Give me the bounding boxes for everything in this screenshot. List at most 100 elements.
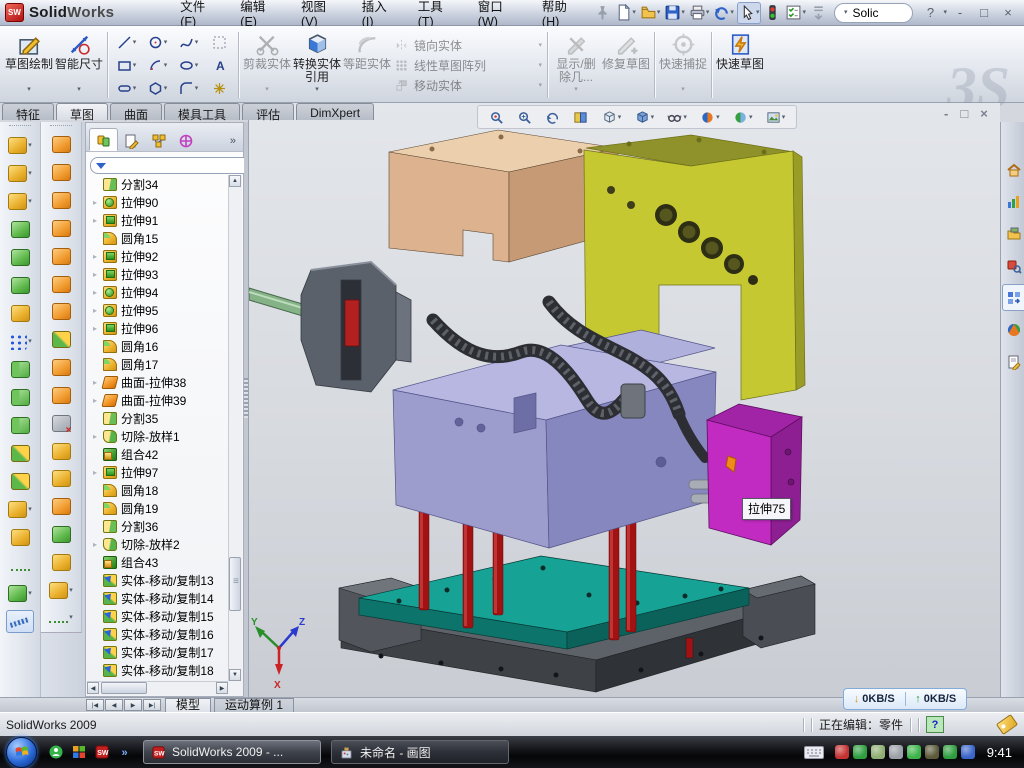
chevron-down-icon[interactable]: ▾ xyxy=(164,39,168,46)
appearances-button[interactable] xyxy=(1002,316,1024,343)
expand-arrow-icon[interactable]: ▸ xyxy=(91,468,99,477)
tree-item[interactable]: 组合42 xyxy=(88,445,228,463)
chevron-down-icon[interactable]: ▾ xyxy=(69,614,73,621)
chevron-down-icon[interactable]: ▾ xyxy=(28,142,32,149)
select-button[interactable]: ▾ xyxy=(737,2,762,24)
chevron-down-icon[interactable]: ▾ xyxy=(69,587,73,594)
linear-pattern-button[interactable]: ▾ xyxy=(8,327,32,355)
chevron-down-icon[interactable]: ▾ xyxy=(683,114,687,121)
convert-entities-button[interactable]: 转换实体引用 ▾ xyxy=(292,28,342,102)
delete-body-button[interactable]: ▾ xyxy=(8,495,32,523)
antivirus-icon[interactable] xyxy=(835,745,849,759)
apply-scene-button[interactable]: ▾ xyxy=(733,110,753,125)
chevron-down-icon[interactable]: ▾ xyxy=(164,62,168,69)
file-explorer-button[interactable] xyxy=(1002,252,1024,279)
chevron-down-icon[interactable]: ▾ xyxy=(315,86,319,93)
tree-item[interactable]: ▸拉伸95 xyxy=(88,301,228,319)
tree-horizontal-scrollbar[interactable]: ◀ ▶ xyxy=(87,681,228,695)
overflow-chevron-button[interactable]: » xyxy=(116,744,133,761)
part-magenta-block[interactable] xyxy=(707,404,802,545)
expand-arrow-icon[interactable]: ▸ xyxy=(91,252,99,261)
chevron-down-icon[interactable]: ▾ xyxy=(77,86,81,93)
shield-green-icon[interactable] xyxy=(853,745,867,759)
scale-button[interactable] xyxy=(11,411,30,439)
help-button[interactable]: ? xyxy=(919,4,941,22)
chevron-down-icon[interactable]: ▾ xyxy=(632,9,636,16)
scroll-right-button[interactable]: ▶ xyxy=(216,682,228,694)
extruded-cut-button[interactable]: ▾ xyxy=(8,159,32,187)
chevron-down-icon[interactable]: ▾ xyxy=(618,114,622,121)
chevron-down-icon[interactable]: ▾ xyxy=(756,9,760,16)
surface-sweep-button[interactable] xyxy=(52,326,71,354)
doc-minimize-button[interactable]: - xyxy=(944,106,948,121)
tab-model[interactable]: 模型 xyxy=(165,698,211,713)
chevron-down-icon[interactable]: ▾ xyxy=(681,9,685,16)
surface-fill-button[interactable] xyxy=(52,548,71,576)
chamfer-button[interactable] xyxy=(11,215,30,243)
save-button[interactable]: ▾ xyxy=(663,3,686,23)
view-settings-button[interactable]: ▾ xyxy=(766,110,786,125)
chevron-down-icon[interactable]: ▾ xyxy=(749,114,753,121)
help-chevron-icon[interactable]: ▾ xyxy=(943,9,947,16)
fillet-button[interactable]: ▾ xyxy=(8,187,32,215)
spline-tool-button[interactable]: ▾ xyxy=(8,579,32,607)
surface-elbow-button[interactable] xyxy=(52,381,71,409)
search-input[interactable] xyxy=(850,5,906,21)
close-button[interactable]: × xyxy=(997,4,1019,22)
study-nav-button-1[interactable]: ◀ xyxy=(105,699,123,711)
select-box-button[interactable] xyxy=(204,31,235,54)
boundary-boss-button[interactable] xyxy=(52,242,71,270)
zoom-fit-button[interactable] xyxy=(489,110,504,125)
shell-button[interactable] xyxy=(11,243,30,271)
tree-item[interactable]: 实体-移动/复制15 xyxy=(88,607,228,625)
expand-arrow-icon[interactable]: ▸ xyxy=(91,306,99,315)
task-button-paint[interactable]: 未命名 - 画图 xyxy=(331,740,509,764)
tree-item[interactable]: ▸拉伸91 xyxy=(88,211,228,229)
chevron-down-icon[interactable]: ▾ xyxy=(651,114,655,121)
network-warning-icon[interactable] xyxy=(925,745,939,759)
part-gray-clamp[interactable] xyxy=(301,262,411,392)
zoom-area-button[interactable] xyxy=(517,110,532,125)
display-style-button[interactable]: ▾ xyxy=(635,110,655,125)
rib-button[interactable] xyxy=(11,383,30,411)
doc-close-button[interactable]: × xyxy=(980,106,988,121)
surface-offset-button[interactable] xyxy=(52,354,71,382)
tree-item[interactable]: 组合43 xyxy=(88,553,228,571)
new-document-button[interactable]: ▾ xyxy=(614,3,637,23)
chevron-down-icon[interactable]: ▾ xyxy=(133,39,137,46)
wrap-button[interactable] xyxy=(52,465,71,493)
home-button[interactable] xyxy=(1002,156,1024,183)
chevron-down-icon[interactable]: ▾ xyxy=(164,85,168,92)
rectangle-button[interactable]: ▾ xyxy=(111,54,142,77)
text-button[interactable]: A xyxy=(204,54,235,77)
panel-expand-chevron[interactable]: » xyxy=(226,135,240,151)
view-palette-button[interactable] xyxy=(1002,284,1024,311)
smart-dimension-button[interactable]: 智能尺寸 ▾ xyxy=(54,28,104,102)
tab-评估[interactable]: 评估 xyxy=(242,103,294,120)
task-button-solidworks[interactable]: SWSolidWorks 2009 - ... xyxy=(143,740,321,764)
update-icon[interactable] xyxy=(871,745,885,759)
collapse-toolbar-button[interactable] xyxy=(809,3,828,23)
quick-tips-button[interactable]: ? xyxy=(926,716,944,733)
flex-button[interactable] xyxy=(52,493,71,521)
tree-item[interactable]: 圆角15 xyxy=(88,229,228,247)
pin-button[interactable] xyxy=(593,3,612,23)
tree-item[interactable]: 实体-移动/复制17 xyxy=(88,643,228,661)
start-button[interactable] xyxy=(6,737,37,768)
point-button[interactable] xyxy=(204,77,235,100)
combine-bodies-button[interactable] xyxy=(11,439,30,467)
swept-boss-button[interactable] xyxy=(52,187,71,215)
tree-item[interactable]: 圆角17 xyxy=(88,355,228,373)
hole-wizard-button[interactable] xyxy=(11,299,30,327)
tree-item[interactable]: 圆角18 xyxy=(88,481,228,499)
view-orientation-button[interactable]: ▾ xyxy=(602,110,622,125)
tree-item[interactable]: ▸拉伸93 xyxy=(88,265,228,283)
tree-item[interactable]: ▸曲面-拉伸39 xyxy=(88,391,228,409)
scroll-up-button[interactable]: ▲ xyxy=(229,175,241,187)
tree-item[interactable]: ▸拉伸96 xyxy=(88,319,228,337)
tab-曲面[interactable]: 曲面 xyxy=(110,103,162,120)
design-checker-button[interactable] xyxy=(763,3,782,23)
tag-icon[interactable] xyxy=(996,714,1018,735)
previous-view-button[interactable] xyxy=(545,110,560,125)
chevron-down-icon[interactable]: ▾ xyxy=(802,9,806,16)
